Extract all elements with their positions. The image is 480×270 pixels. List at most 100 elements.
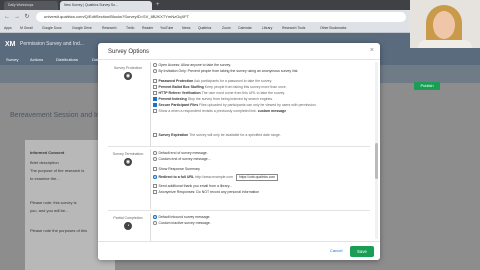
bookmark-item[interactable]: Zoom <box>222 25 231 32</box>
option-title: HTTP Referer Verification <box>158 91 201 95</box>
gauge-icon: ◔ <box>124 222 132 231</box>
redirect-url-input[interactable]: https://unlv.qualtrics.com <box>236 174 279 181</box>
save-button[interactable]: Save <box>350 246 374 257</box>
browser-tab-0[interactable]: Daily Workshops <box>4 1 58 10</box>
ballot-box-option[interactable]: Prevent Ballot Box Stuffing Keep people … <box>153 85 287 89</box>
bookmark-item[interactable]: Qualtrics <box>198 25 211 32</box>
checkbox[interactable] <box>153 79 157 83</box>
secure-files-option[interactable]: Secure Participant Files Files uploaded … <box>153 103 316 107</box>
project-title: Permission Survey and Ind... <box>20 41 84 47</box>
checkbox[interactable] <box>153 109 157 113</box>
custom-inactive-message-option[interactable]: Custom inactive survey message. <box>153 221 211 225</box>
block-text: Please note the purposes of this <box>30 228 88 233</box>
option-desc: Files uploaded by participants can only … <box>199 103 317 107</box>
invitation-only-option[interactable]: By Invitation Only: Prevent people from … <box>153 69 298 73</box>
bookmark-item[interactable]: Reader <box>142 25 153 32</box>
radio[interactable] <box>153 157 157 161</box>
divider <box>150 213 151 241</box>
option-label: Custom end of survey message... <box>158 157 211 161</box>
response-summary-option[interactable]: Show Response Summary <box>153 167 200 171</box>
bookmark-item[interactable]: Other Bookmarks <box>320 25 346 32</box>
checkbox[interactable] <box>153 103 157 107</box>
checkbox[interactable] <box>153 97 157 101</box>
block-text: Informed Consent <box>30 150 65 155</box>
section-label: Survey Termination <box>112 152 144 156</box>
radio[interactable] <box>153 215 157 219</box>
option-label: Redirect to a full URL <box>158 175 195 179</box>
address-bar[interactable]: universit.qualtrics.com/Q/EditSection/Bl… <box>36 12 406 22</box>
tab-actions[interactable]: Actions <box>30 57 43 62</box>
section-survey-termination: Survey Termination ◉ <box>108 152 148 167</box>
block-text: you, and you will be... <box>30 208 69 213</box>
option-desc: The survey will only be available for a … <box>189 133 281 137</box>
bookmark-item[interactable]: Library <box>262 25 272 32</box>
custom-message-option[interactable]: Show a when a respondent revisits a prev… <box>153 109 286 113</box>
back-icon[interactable]: ← <box>3 13 11 21</box>
publish-button[interactable]: Publish <box>414 82 440 90</box>
option-title: Prevent Indexing <box>158 97 187 101</box>
option-desc: http://www.example.com <box>195 175 234 179</box>
http-referer-option[interactable]: HTTP Referer Verification The user must … <box>153 91 285 95</box>
option-label: Send additional thank you email from a l… <box>158 184 233 188</box>
tab-survey[interactable]: Survey <box>6 57 18 62</box>
thank-you-email-option[interactable]: Send additional thank you email from a l… <box>153 184 232 188</box>
checkbox[interactable] <box>153 190 157 194</box>
bookmark-item[interactable]: Google Docs <box>42 25 62 32</box>
block-text: Please note: this survey is <box>30 200 77 205</box>
custom-end-message-option[interactable]: Custom end of survey message... <box>153 157 211 161</box>
cancel-button[interactable]: Cancel <box>330 248 342 253</box>
block-text: The purpose of the research is <box>30 168 85 173</box>
bookmark-item[interactable]: YouTube <box>160 25 173 32</box>
bookmark-item[interactable]: Research <box>102 25 117 32</box>
option-label: Anonymize Responses: Do NOT record any p… <box>158 190 260 194</box>
bookmark-item[interactable]: Trello <box>126 25 134 32</box>
scrollbar-thumb[interactable] <box>375 143 378 179</box>
radio[interactable] <box>153 175 157 179</box>
section-partial-completion: Partial Completion ◔ <box>108 216 148 231</box>
section-survey-protection: Survey Protection ◉ <box>108 66 148 81</box>
bookmark-item[interactable]: M Gmail <box>20 25 33 32</box>
radio[interactable] <box>153 151 157 155</box>
option-label: Open Access: Allow anyone to take the su… <box>158 63 232 67</box>
webcam-face <box>433 11 455 39</box>
radio[interactable] <box>153 221 157 225</box>
bookmark-item[interactable]: News <box>182 25 190 32</box>
webcam-overlay <box>410 0 480 48</box>
options-scroll-area[interactable]: Survey Protection ◉ Open Access: Allow a… <box>98 60 380 241</box>
block-text: to examine the... <box>30 176 60 181</box>
radio[interactable] <box>153 63 157 67</box>
close-icon[interactable]: × <box>370 47 374 54</box>
reload-icon[interactable]: ↻ <box>23 13 31 21</box>
survey-expiration-option[interactable]: Survey Expiration The survey will only b… <box>153 133 281 137</box>
option-title: custom message <box>257 109 287 113</box>
checkbox[interactable] <box>153 91 157 95</box>
checkbox[interactable] <box>153 167 157 171</box>
radio[interactable] <box>153 69 157 73</box>
divider <box>150 149 151 209</box>
checkbox[interactable] <box>153 184 157 188</box>
default-end-message-option[interactable]: Default end of survey message. <box>153 151 208 155</box>
default-inactive-message-option[interactable]: Default inbound survey message. <box>153 215 210 219</box>
new-tab-button[interactable]: + <box>154 1 164 10</box>
prevent-indexing-option[interactable]: Prevent Indexing Stop the survey from be… <box>153 97 273 101</box>
option-desc: Stop the survey from being indexed by se… <box>187 97 274 101</box>
open-access-option[interactable]: Open Access: Allow anyone to take the su… <box>153 63 231 67</box>
shield-icon: ◉ <box>124 72 132 81</box>
divider <box>150 62 151 146</box>
redirect-url-option[interactable]: Redirect to a full URL http://www.exampl… <box>153 174 279 181</box>
flag-icon: ◉ <box>124 158 132 167</box>
bookmark-item[interactable]: Research Tools <box>282 25 305 32</box>
anonymize-option[interactable]: Anonymize Responses: Do NOT record any p… <box>153 190 259 194</box>
bookmark-item[interactable]: Google Drive <box>72 25 92 32</box>
bookmark-item[interactable]: Calendar <box>238 25 252 32</box>
webcam-shirt <box>418 40 472 48</box>
checkbox[interactable] <box>153 133 157 137</box>
bookmark-item[interactable]: Apps <box>4 25 12 32</box>
option-desc: Keep people from taking this survey more… <box>204 85 287 89</box>
tab-distributions[interactable]: Distributions <box>56 57 78 62</box>
checkbox[interactable] <box>153 85 157 89</box>
password-protection-option[interactable]: Password Protection Ask participants for… <box>153 79 272 83</box>
option-label: Default end of survey message. <box>158 151 208 155</box>
forward-icon[interactable]: → <box>13 13 21 21</box>
browser-tab-1[interactable]: New Survey | Qualtrics Survey So... <box>60 1 152 10</box>
